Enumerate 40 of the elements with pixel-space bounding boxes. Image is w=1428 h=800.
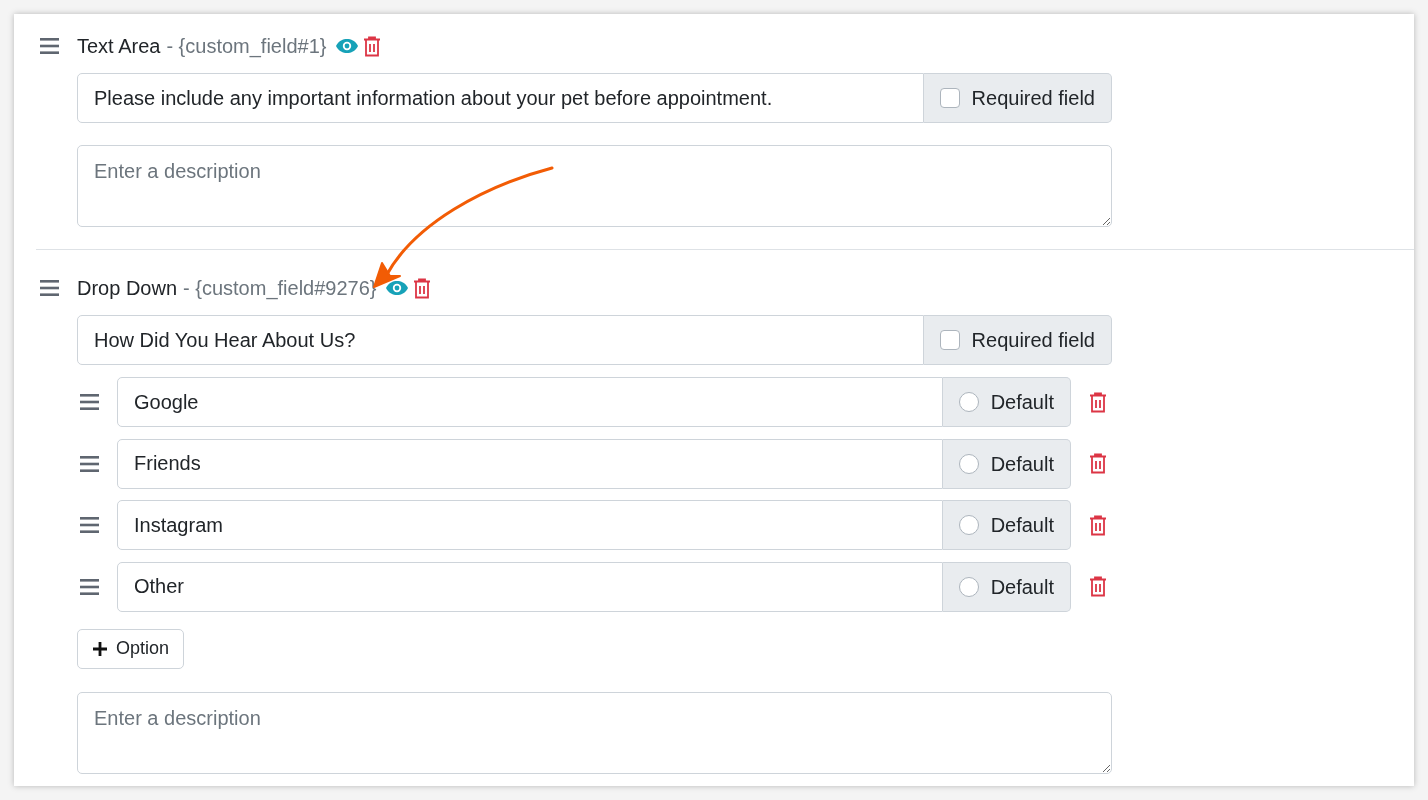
- delete-icon[interactable]: [1089, 514, 1107, 536]
- required-field-toggle[interactable]: Required field: [923, 315, 1112, 365]
- drag-handle-icon[interactable]: [80, 394, 99, 410]
- drag-handle-icon[interactable]: [40, 38, 59, 54]
- field-type-label: Text Area: [77, 34, 161, 59]
- field-type-label: Drop Down: [77, 276, 178, 301]
- field-token: - {custom_field#9276}: [183, 276, 377, 302]
- default-radio-toggle[interactable]: Default: [942, 377, 1071, 427]
- eye-icon[interactable]: [384, 280, 409, 296]
- description-field[interactable]: Enter a description: [77, 691, 1112, 774]
- delete-icon[interactable]: [362, 35, 381, 57]
- option-field[interactable]: Instagram: [117, 500, 943, 550]
- description-field[interactable]: Enter a description: [77, 145, 1112, 227]
- drag-handle-icon[interactable]: [40, 280, 59, 296]
- drag-handle-icon[interactable]: [80, 455, 99, 472]
- radio-button[interactable]: [958, 453, 979, 474]
- radio-button[interactable]: [958, 515, 979, 535]
- label-field[interactable]: How Did You Hear About Us?: [77, 315, 924, 365]
- checkbox[interactable]: [939, 88, 960, 108]
- eye-icon[interactable]: [334, 38, 359, 54]
- add-option-button[interactable]: Option: [77, 628, 185, 669]
- delete-icon[interactable]: [1089, 453, 1107, 474]
- drag-handle-icon[interactable]: [80, 578, 99, 595]
- default-radio-toggle[interactable]: Default: [942, 438, 1071, 489]
- drag-handle-icon[interactable]: [80, 517, 99, 533]
- option-field[interactable]: Friends: [117, 438, 943, 489]
- label-field[interactable]: Please include any important information about your pet before appointment.: [77, 73, 924, 123]
- radio-button[interactable]: [958, 392, 979, 412]
- checkbox[interactable]: [939, 330, 960, 350]
- field-token: - {custom_field#1}: [166, 34, 327, 60]
- option-field[interactable]: Other: [117, 561, 943, 612]
- required-field-toggle[interactable]: Required field: [923, 73, 1112, 123]
- radio-button[interactable]: [958, 576, 979, 597]
- option-field[interactable]: Google: [117, 377, 943, 427]
- delete-icon[interactable]: [1089, 391, 1107, 413]
- default-radio-toggle[interactable]: Default: [942, 561, 1071, 612]
- delete-icon[interactable]: [1089, 576, 1107, 597]
- delete-icon[interactable]: [412, 277, 431, 299]
- plus-icon: [92, 640, 108, 657]
- default-radio-toggle[interactable]: Default: [942, 500, 1071, 550]
